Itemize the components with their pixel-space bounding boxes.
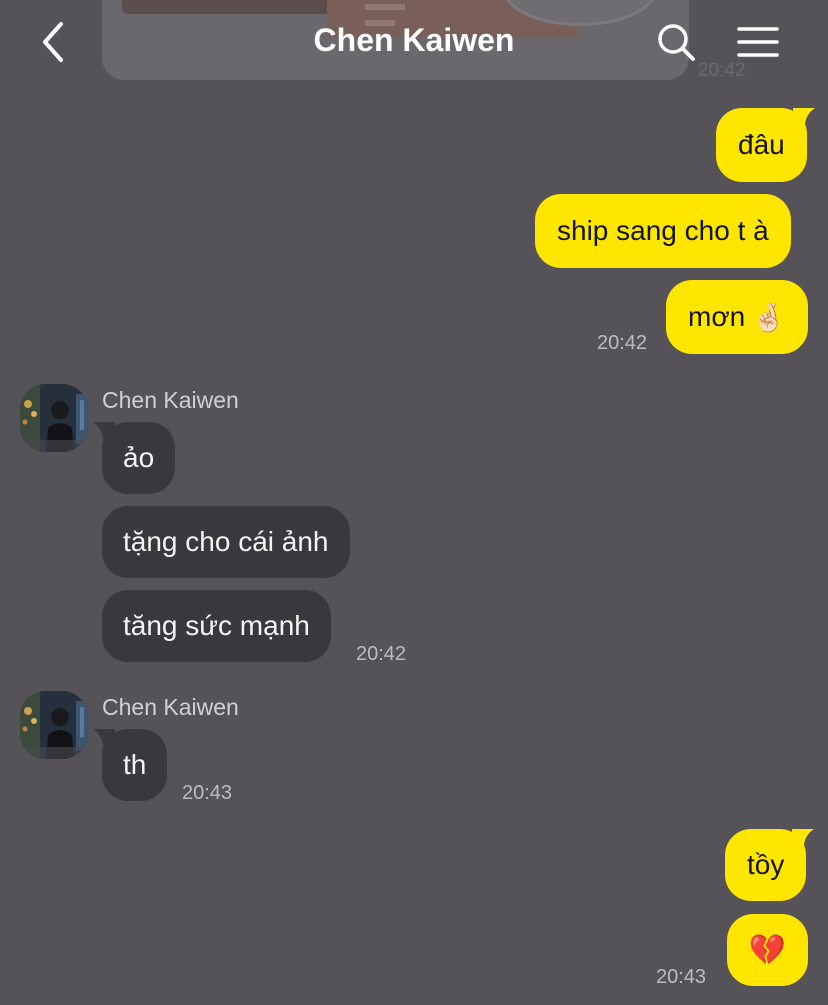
their-message-bubble[interactable]: th [93,729,168,801]
menu-button[interactable] [734,18,782,66]
message-time: 20:43 [656,966,707,988]
message-time: 20:42 [356,643,407,665]
their-message-bubble[interactable]: tặng cho cái ảnh [102,506,350,578]
bubble-tail [93,729,115,747]
message-text: đâu [738,129,785,160]
avatar[interactable] [20,691,88,759]
message-text: ảo [123,442,155,473]
chat-title: Chen Kaiwen [313,22,515,58]
bubble-tail [792,829,815,847]
message-text: tặng cho cái ảnh [123,526,329,557]
message-text: th [123,749,147,780]
their-message-bubble[interactable]: tăng sức mạnh [102,590,331,662]
their-message-bubble[interactable]: ảo [93,422,176,494]
avatar[interactable] [20,384,88,452]
my-message-bubble[interactable]: 💔 [727,914,808,986]
my-message-bubble[interactable]: tồy [725,829,815,901]
search-button[interactable] [652,18,700,66]
message-text: tồy [747,849,785,880]
message-text: tăng sức mạnh [123,610,310,641]
hamburger-menu-icon [737,27,779,57]
sender-name: Chen Kaiwen [102,387,239,413]
broken-heart-emoji: 💔 [748,933,787,967]
message-time: 20:43 [182,782,233,804]
bubble-tail [93,422,115,440]
image-content-block [122,0,332,14]
message-time: 20:42 [597,332,648,354]
message-text: ship sang cho t à [557,215,769,246]
bubble-tail [792,108,815,126]
image-text-line [365,4,405,10]
search-icon [658,24,695,61]
my-message-bubble[interactable]: mơn 🤞🏻 [666,280,809,354]
crossed-fingers-emoji: 🤞🏻 [751,301,787,333]
avatar-photo [20,691,88,759]
avatar-photo [20,384,88,452]
my-message-bubble[interactable]: đâu [716,108,815,182]
message-text: mơn [688,301,746,332]
sender-name: Chen Kaiwen [102,694,239,720]
my-message-bubble[interactable]: ship sang cho t à [535,194,791,268]
